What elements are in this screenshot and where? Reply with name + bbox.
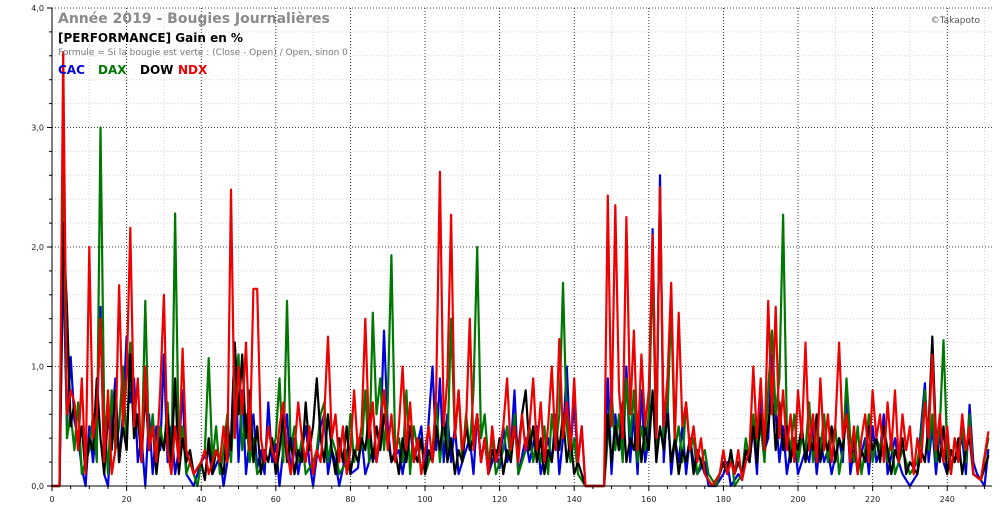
legend-item-cac: CAC: [58, 63, 85, 77]
y-tick-label: 3,0: [31, 124, 44, 133]
y-tick-label: 0,0: [31, 482, 44, 491]
credit-label: ©Takapoto: [931, 16, 981, 26]
legend-item-dow: DOW: [140, 63, 173, 77]
series-line-ndx: [50, 51, 990, 488]
x-tick-label: 80: [345, 495, 355, 504]
x-tick-label: 0: [49, 495, 54, 504]
performance-line-chart: 0 20 40 60 80 100 120 140 160 180 200 220 240 0,0 1,0 2…: [31, 4, 992, 504]
chart-subtitle: [PERFORMANCE] Gain en %: [58, 31, 243, 45]
chart-title: Année 2019 - Bougies Journalières: [58, 11, 330, 27]
y-tick-label: 2,0: [31, 243, 44, 252]
x-tick-label: 160: [641, 495, 656, 504]
legend: CAC DAX DOW NDX: [58, 63, 208, 77]
legend-item-ndx: NDX: [178, 63, 208, 77]
x-tick-label: 60: [271, 495, 281, 504]
formula-label: Formule = Si la bougie est verte : (Clos…: [58, 48, 348, 58]
x-tick-label: 20: [122, 495, 132, 504]
x-tick-label: 100: [417, 495, 432, 504]
header-texts: Année 2019 - Bougies Journalières ©Takap…: [58, 11, 980, 58]
y-tick-label: 4,0: [31, 4, 44, 13]
series-lines: [50, 51, 990, 488]
x-tick-label: 120: [492, 495, 507, 504]
x-tick-label: 200: [790, 495, 805, 504]
x-tick-label: 240: [940, 495, 955, 504]
legend-item-dax: DAX: [98, 63, 127, 77]
x-tick-label: 40: [196, 495, 206, 504]
x-tick-label: 140: [567, 495, 582, 504]
x-tick-label: 180: [716, 495, 731, 504]
y-tick-label: 1,0: [31, 363, 44, 372]
x-tick-label: 220: [865, 495, 880, 504]
